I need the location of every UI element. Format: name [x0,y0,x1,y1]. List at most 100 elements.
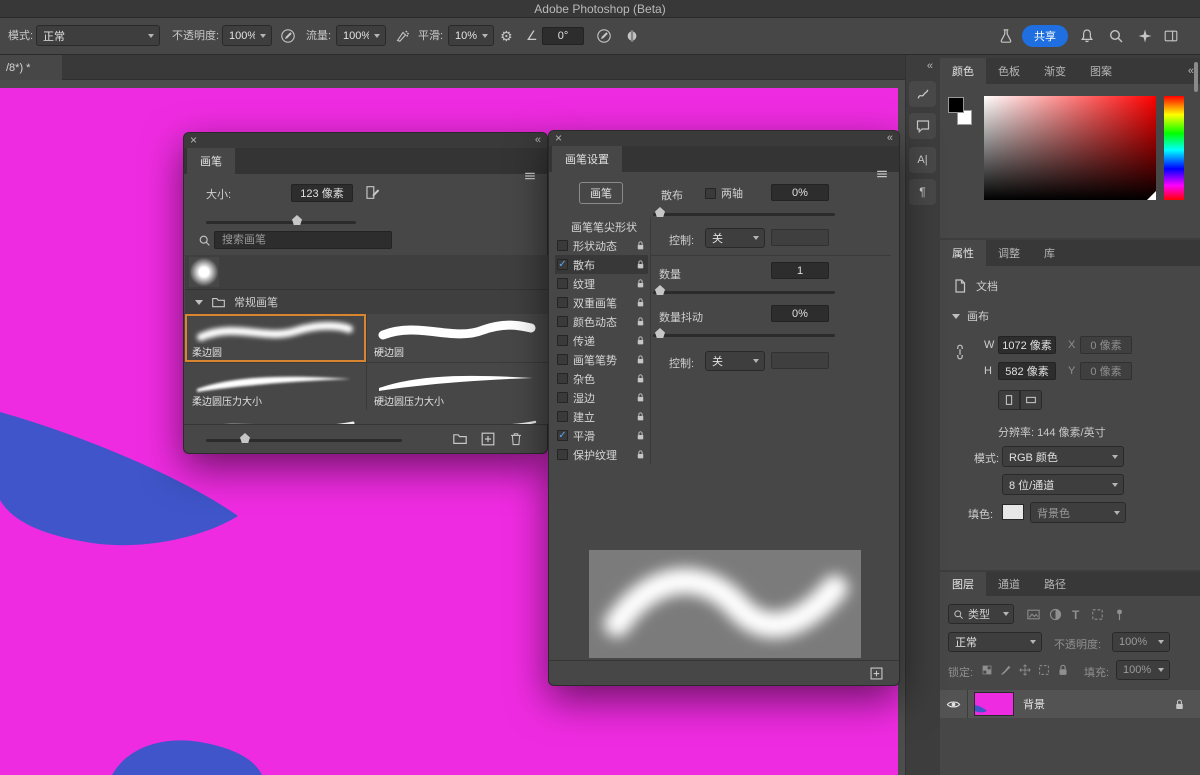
list-item-noise[interactable]: 杂色 [555,369,648,388]
delete-trash-icon[interactable] [508,431,524,447]
bit-depth-dropdown[interactable]: 8 位/通道 [1002,474,1124,495]
smoothing-dropdown[interactable]: 10% [448,25,494,46]
comments-panel-icon[interactable] [909,113,936,139]
canvas-section-header[interactable]: 画布 [952,308,989,324]
search-icon[interactable] [1108,28,1124,44]
filter-shape-layers-icon[interactable] [1090,607,1105,622]
slider-thumb[interactable] [655,328,665,338]
brush-size-field[interactable]: 123 像素 [291,184,353,202]
orientation-portrait-button[interactable] [998,390,1020,410]
collapse-chevrons-icon[interactable]: « [535,133,541,148]
layer-visibility-cell[interactable] [940,690,968,718]
lock-icon[interactable] [635,316,646,327]
both-axes-checkbox-row[interactable]: 两轴 [705,185,743,201]
tab-patterns[interactable]: 图案 [1078,58,1124,84]
list-item-build-up[interactable]: 建立 [555,407,648,426]
layer-fill-dropdown[interactable]: 100% [1116,660,1170,680]
scrollbar-thumb[interactable] [1194,62,1198,92]
lock-icon[interactable] [635,430,646,441]
discover-sparkle-icon[interactable] [1137,28,1153,44]
lock-icon[interactable] [635,278,646,289]
airbrush-icon[interactable] [394,28,410,44]
list-item-texture[interactable]: 纹理 [555,274,648,293]
checkbox[interactable] [705,187,716,199]
checkbox[interactable] [557,335,568,346]
list-item-protect-texture[interactable]: 保护纹理 [555,445,648,464]
lock-icon[interactable] [635,335,646,346]
layer-thumbnail[interactable] [974,692,1014,716]
paragraph-panel-icon[interactable]: ¶ [909,179,936,205]
collapse-rail-chevrons[interactable]: « [927,59,933,74]
checkbox-checked[interactable]: ✓ [557,430,568,441]
filter-smart-objects-icon[interactable] [1112,607,1127,622]
saturation-brightness-field[interactable] [984,96,1156,200]
checkbox-checked[interactable]: ✓ [557,259,568,270]
brush-search-input[interactable] [218,232,391,248]
lock-icon[interactable] [635,354,646,365]
link-dimensions-icon[interactable] [952,344,968,360]
lock-pixels-icon[interactable] [999,663,1013,677]
share-button[interactable]: 共享 [1022,25,1068,47]
brush-preset-soft-round-pressure[interactable]: 柔边圆压力大小 [185,363,366,411]
layer-name[interactable]: 背景 [1023,696,1045,712]
document-tab[interactable]: /8*) * [0,55,62,80]
color-mode-dropdown[interactable]: RGB 颜色 [1002,446,1124,467]
new-group-folder-icon[interactable] [452,431,468,447]
lock-all-icon[interactable] [1056,663,1070,677]
collapse-chevrons-icon[interactable]: « [887,131,893,146]
slider-thumb[interactable] [655,207,665,217]
brushes-panel-titlebar[interactable]: × « [184,133,547,148]
checkbox[interactable] [557,278,568,289]
foreground-color-swatch[interactable] [948,97,964,113]
count-value-field[interactable]: 1 [771,262,829,279]
y-field[interactable]: 0 像素 [1080,362,1132,380]
tab-swatches[interactable]: 色板 [986,58,1032,84]
list-item-dual-brush[interactable]: 双重画笔 [555,293,648,312]
count-jitter-control-dropdown[interactable]: 关 [705,351,765,371]
close-icon[interactable]: × [190,133,197,148]
height-field[interactable]: 582 像素 [998,362,1056,380]
character-panel-icon[interactable]: A| [909,147,936,173]
scatter-slider[interactable] [653,207,835,217]
checkbox[interactable] [557,354,568,365]
layer-filter-dropdown[interactable]: 类型 [948,604,1014,624]
list-item-smoothing[interactable]: ✓ 平滑 [555,426,648,445]
panel-menu-icon[interactable] [875,167,889,181]
list-item-wet-edges[interactable]: 湿边 [555,388,648,407]
tab-adjustments[interactable]: 调整 [986,240,1032,266]
tab-libraries[interactable]: 库 [1032,240,1067,266]
tab-color[interactable]: 颜色 [940,58,986,84]
new-brush-plus-icon[interactable] [480,431,496,447]
tab-paths[interactable]: 路径 [1032,572,1078,596]
tab-channels[interactable]: 通道 [986,572,1032,596]
checkbox[interactable] [557,240,568,251]
scatter-control-dropdown[interactable]: 关 [705,228,765,248]
slider-thumb[interactable] [292,215,302,225]
preview-size-slider[interactable] [206,433,402,443]
pressure-opacity-icon[interactable] [280,28,296,44]
list-item-brush-pose[interactable]: 画笔笔势 [555,350,648,369]
filter-adjustment-layers-icon[interactable] [1048,607,1063,622]
layer-blend-mode-dropdown[interactable]: 正常 [948,632,1042,652]
tab-gradients[interactable]: 渐变 [1032,58,1078,84]
pressure-size-icon[interactable] [596,28,612,44]
lock-transparency-icon[interactable] [980,663,994,677]
width-field[interactable]: 1072 像素 [998,336,1056,354]
flow-dropdown[interactable]: 100% [336,25,386,46]
lock-icon[interactable] [635,297,646,308]
blend-mode-dropdown[interactable]: 正常 [36,25,160,46]
brush-preset-hard-round-pressure[interactable]: 硬边圆压力大小 [367,363,548,411]
brush-angle-field[interactable]: 0° [542,27,584,45]
lock-icon[interactable] [635,449,646,460]
checkbox[interactable] [557,411,568,422]
panel-menu-icon[interactable] [523,169,537,183]
slider-thumb[interactable] [655,285,665,295]
checkbox[interactable] [557,316,568,327]
layer-row-background[interactable]: 背景 [940,690,1200,718]
count-jitter-value-field[interactable]: 0% [771,305,829,322]
current-brush-thumbnail[interactable] [189,257,219,287]
collapse-panel-chevrons[interactable]: « [1188,64,1194,79]
layer-opacity-dropdown[interactable]: 100% [1112,632,1170,652]
lock-icon[interactable] [635,392,646,403]
list-item-transfer[interactable]: 传递 [555,331,648,350]
